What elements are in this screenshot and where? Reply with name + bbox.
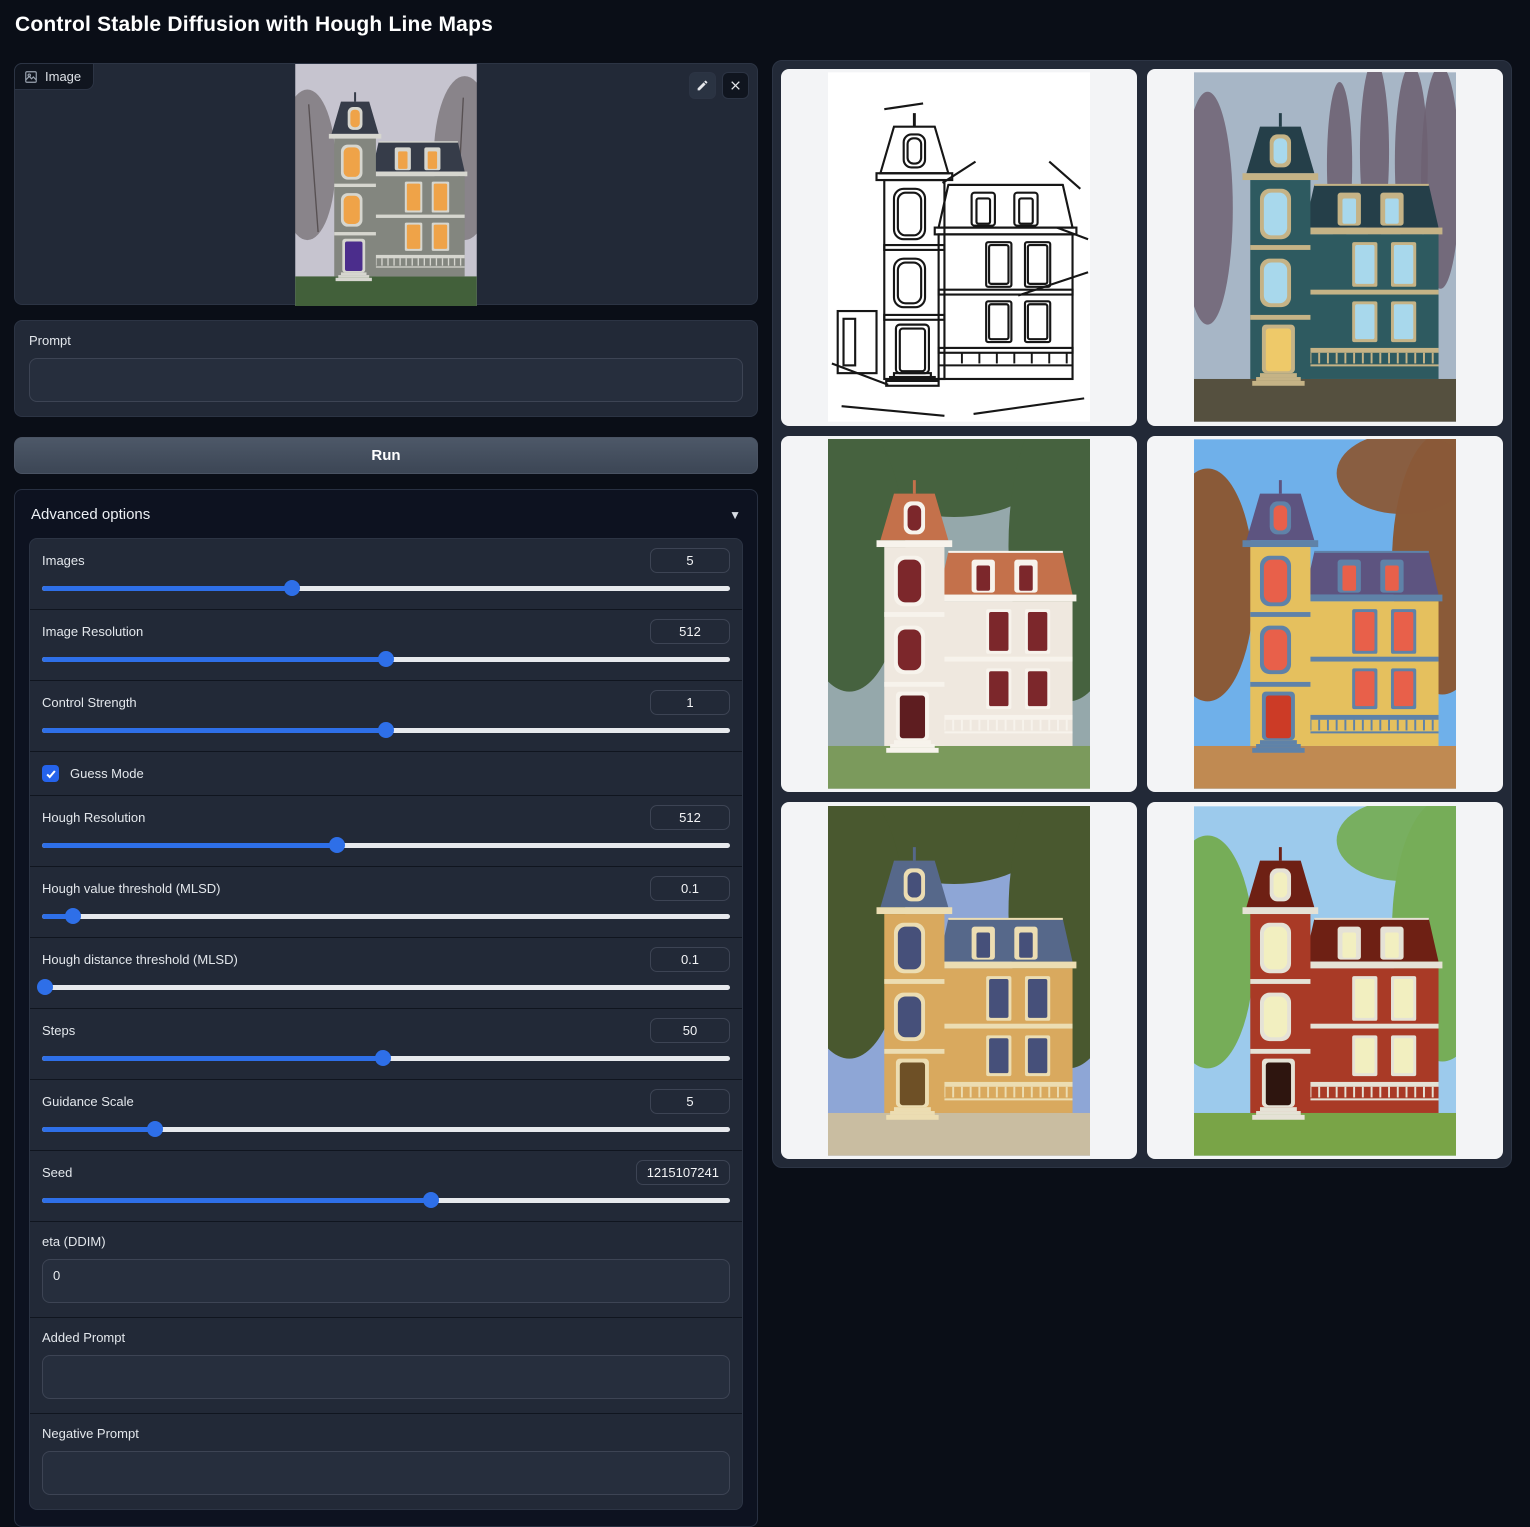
hough-resolution-slider[interactable] <box>42 837 730 853</box>
guess-mode-checkbox[interactable] <box>42 765 59 782</box>
added-prompt-label: Added Prompt <box>42 1330 730 1345</box>
gallery-item-generated-image-gold-house[interactable] <box>781 802 1137 1159</box>
hough-value-threshold-mlsd-label: Hough value threshold (MLSD) <box>42 881 220 896</box>
page-title: Control Stable Diffusion with Hough Line… <box>15 13 493 37</box>
slider-track <box>42 1198 730 1203</box>
edit-image-button[interactable] <box>689 72 716 99</box>
gallery-item-generated-image-white-house[interactable] <box>781 436 1137 793</box>
setting-row-steps: Steps 50 <box>30 1009 742 1080</box>
hough-value-threshold-mlsd-value-input[interactable]: 0.1 <box>650 876 730 901</box>
advanced-options-accordion: Advanced options ▼ Images 5 Image Resoluti… <box>14 489 758 1527</box>
advanced-options-header[interactable]: Advanced options ▼ <box>15 490 757 538</box>
guidance-scale-value-input[interactable]: 5 <box>650 1089 730 1114</box>
setting-row-added-prompt: Added Prompt <box>30 1318 742 1414</box>
check-icon <box>45 768 57 780</box>
slider-handle[interactable] <box>329 837 345 853</box>
image-resolution-label: Image Resolution <box>42 624 143 639</box>
seed-label: Seed <box>42 1165 72 1180</box>
seed-value-input[interactable]: 1215107241 <box>636 1160 730 1185</box>
control-strength-slider[interactable] <box>42 722 730 738</box>
advanced-options-title: Advanced options <box>31 506 150 523</box>
hough-resolution-value-input[interactable]: 512 <box>650 805 730 830</box>
setting-row-image-resolution: Image Resolution 512 <box>30 610 742 681</box>
setting-row-seed: Seed 1215107241 <box>30 1151 742 1222</box>
image-actions <box>689 72 749 99</box>
setting-row-images: Images 5 <box>30 539 742 610</box>
setting-row-control-strength: Control Strength 1 <box>30 681 742 752</box>
negative-prompt-label: Negative Prompt <box>42 1426 730 1441</box>
guess-mode-label: Guess Mode <box>70 766 144 781</box>
prompt-component: Prompt <box>14 320 758 417</box>
images-slider[interactable] <box>42 580 730 596</box>
eta-ddim-label: eta (DDIM) <box>42 1234 730 1249</box>
slider-track <box>42 985 730 990</box>
image-component-label-text: Image <box>45 69 81 84</box>
slider-handle[interactable] <box>284 580 300 596</box>
setting-row-hough-distance-threshold-mlsd: Hough distance threshold (MLSD) 0.1 <box>30 938 742 1009</box>
slider-handle[interactable] <box>423 1192 439 1208</box>
image-component-label: Image <box>14 63 94 90</box>
setting-row-negative-prompt: Negative Prompt <box>30 1414 742 1509</box>
steps-slider[interactable] <box>42 1050 730 1066</box>
gallery-item-generated-image-red-brick-house[interactable] <box>1147 802 1503 1159</box>
hough-distance-threshold-mlsd-label: Hough distance threshold (MLSD) <box>42 952 238 967</box>
guidance-scale-slider[interactable] <box>42 1121 730 1137</box>
advanced-options-form: Images 5 Image Resolution 512 Control Streng… <box>29 538 743 1510</box>
seed-slider[interactable] <box>42 1192 730 1208</box>
left-column: Image Prompt Run Advanced options ▼ Imag… <box>14 63 758 1527</box>
pencil-icon <box>696 79 709 92</box>
setting-row-hough-value-threshold-mlsd: Hough value threshold (MLSD) 0.1 <box>30 867 742 938</box>
chevron-down-icon: ▼ <box>729 508 741 522</box>
eta-ddim-input[interactable]: 0 <box>42 1259 730 1303</box>
victorian-house-photo[interactable] <box>295 64 477 306</box>
steps-value-input[interactable]: 50 <box>650 1018 730 1043</box>
setting-row-guess-mode: Guess Mode <box>30 752 742 796</box>
hough-value-threshold-mlsd-slider[interactable] <box>42 908 730 924</box>
slider-handle[interactable] <box>65 908 81 924</box>
setting-row-hough-resolution: Hough Resolution 512 <box>30 796 742 867</box>
control-strength-value-input[interactable]: 1 <box>650 690 730 715</box>
gallery-item-generated-image-yellow-house[interactable] <box>1147 436 1503 793</box>
slider-handle[interactable] <box>378 651 394 667</box>
setting-row-eta-ddim: eta (DDIM) 0 <box>30 1222 742 1318</box>
setting-row-guidance-scale: Guidance Scale 5 <box>30 1080 742 1151</box>
slider-track <box>42 1127 730 1132</box>
clear-image-button[interactable] <box>722 72 749 99</box>
x-icon <box>729 79 742 92</box>
slider-handle[interactable] <box>147 1121 163 1137</box>
gallery-item-hough-line-map[interactable] <box>781 69 1137 426</box>
steps-label: Steps <box>42 1023 75 1038</box>
control-strength-label: Control Strength <box>42 695 137 710</box>
slider-track <box>42 586 730 591</box>
negative-prompt-input[interactable] <box>42 1451 730 1495</box>
slider-handle[interactable] <box>378 722 394 738</box>
run-button[interactable]: Run <box>14 437 758 474</box>
slider-track <box>42 914 730 919</box>
prompt-label: Prompt <box>29 333 743 348</box>
images-label: Images <box>42 553 85 568</box>
slider-handle[interactable] <box>375 1050 391 1066</box>
image-resolution-slider[interactable] <box>42 651 730 667</box>
hough-distance-threshold-mlsd-value-input[interactable]: 0.1 <box>650 947 730 972</box>
input-image-component: Image <box>14 63 758 305</box>
added-prompt-input[interactable] <box>42 1355 730 1399</box>
image-resolution-value-input[interactable]: 512 <box>650 619 730 644</box>
guidance-scale-label: Guidance Scale <box>42 1094 134 1109</box>
slider-handle[interactable] <box>37 979 53 995</box>
images-value-input[interactable]: 5 <box>650 548 730 573</box>
result-gallery <box>772 60 1512 1168</box>
image-icon <box>24 70 38 84</box>
hough-distance-threshold-mlsd-slider[interactable] <box>42 979 730 995</box>
prompt-input[interactable] <box>29 358 743 402</box>
gallery-item-generated-image-teal-house[interactable] <box>1147 69 1503 426</box>
slider-track <box>42 843 730 848</box>
hough-resolution-label: Hough Resolution <box>42 810 145 825</box>
